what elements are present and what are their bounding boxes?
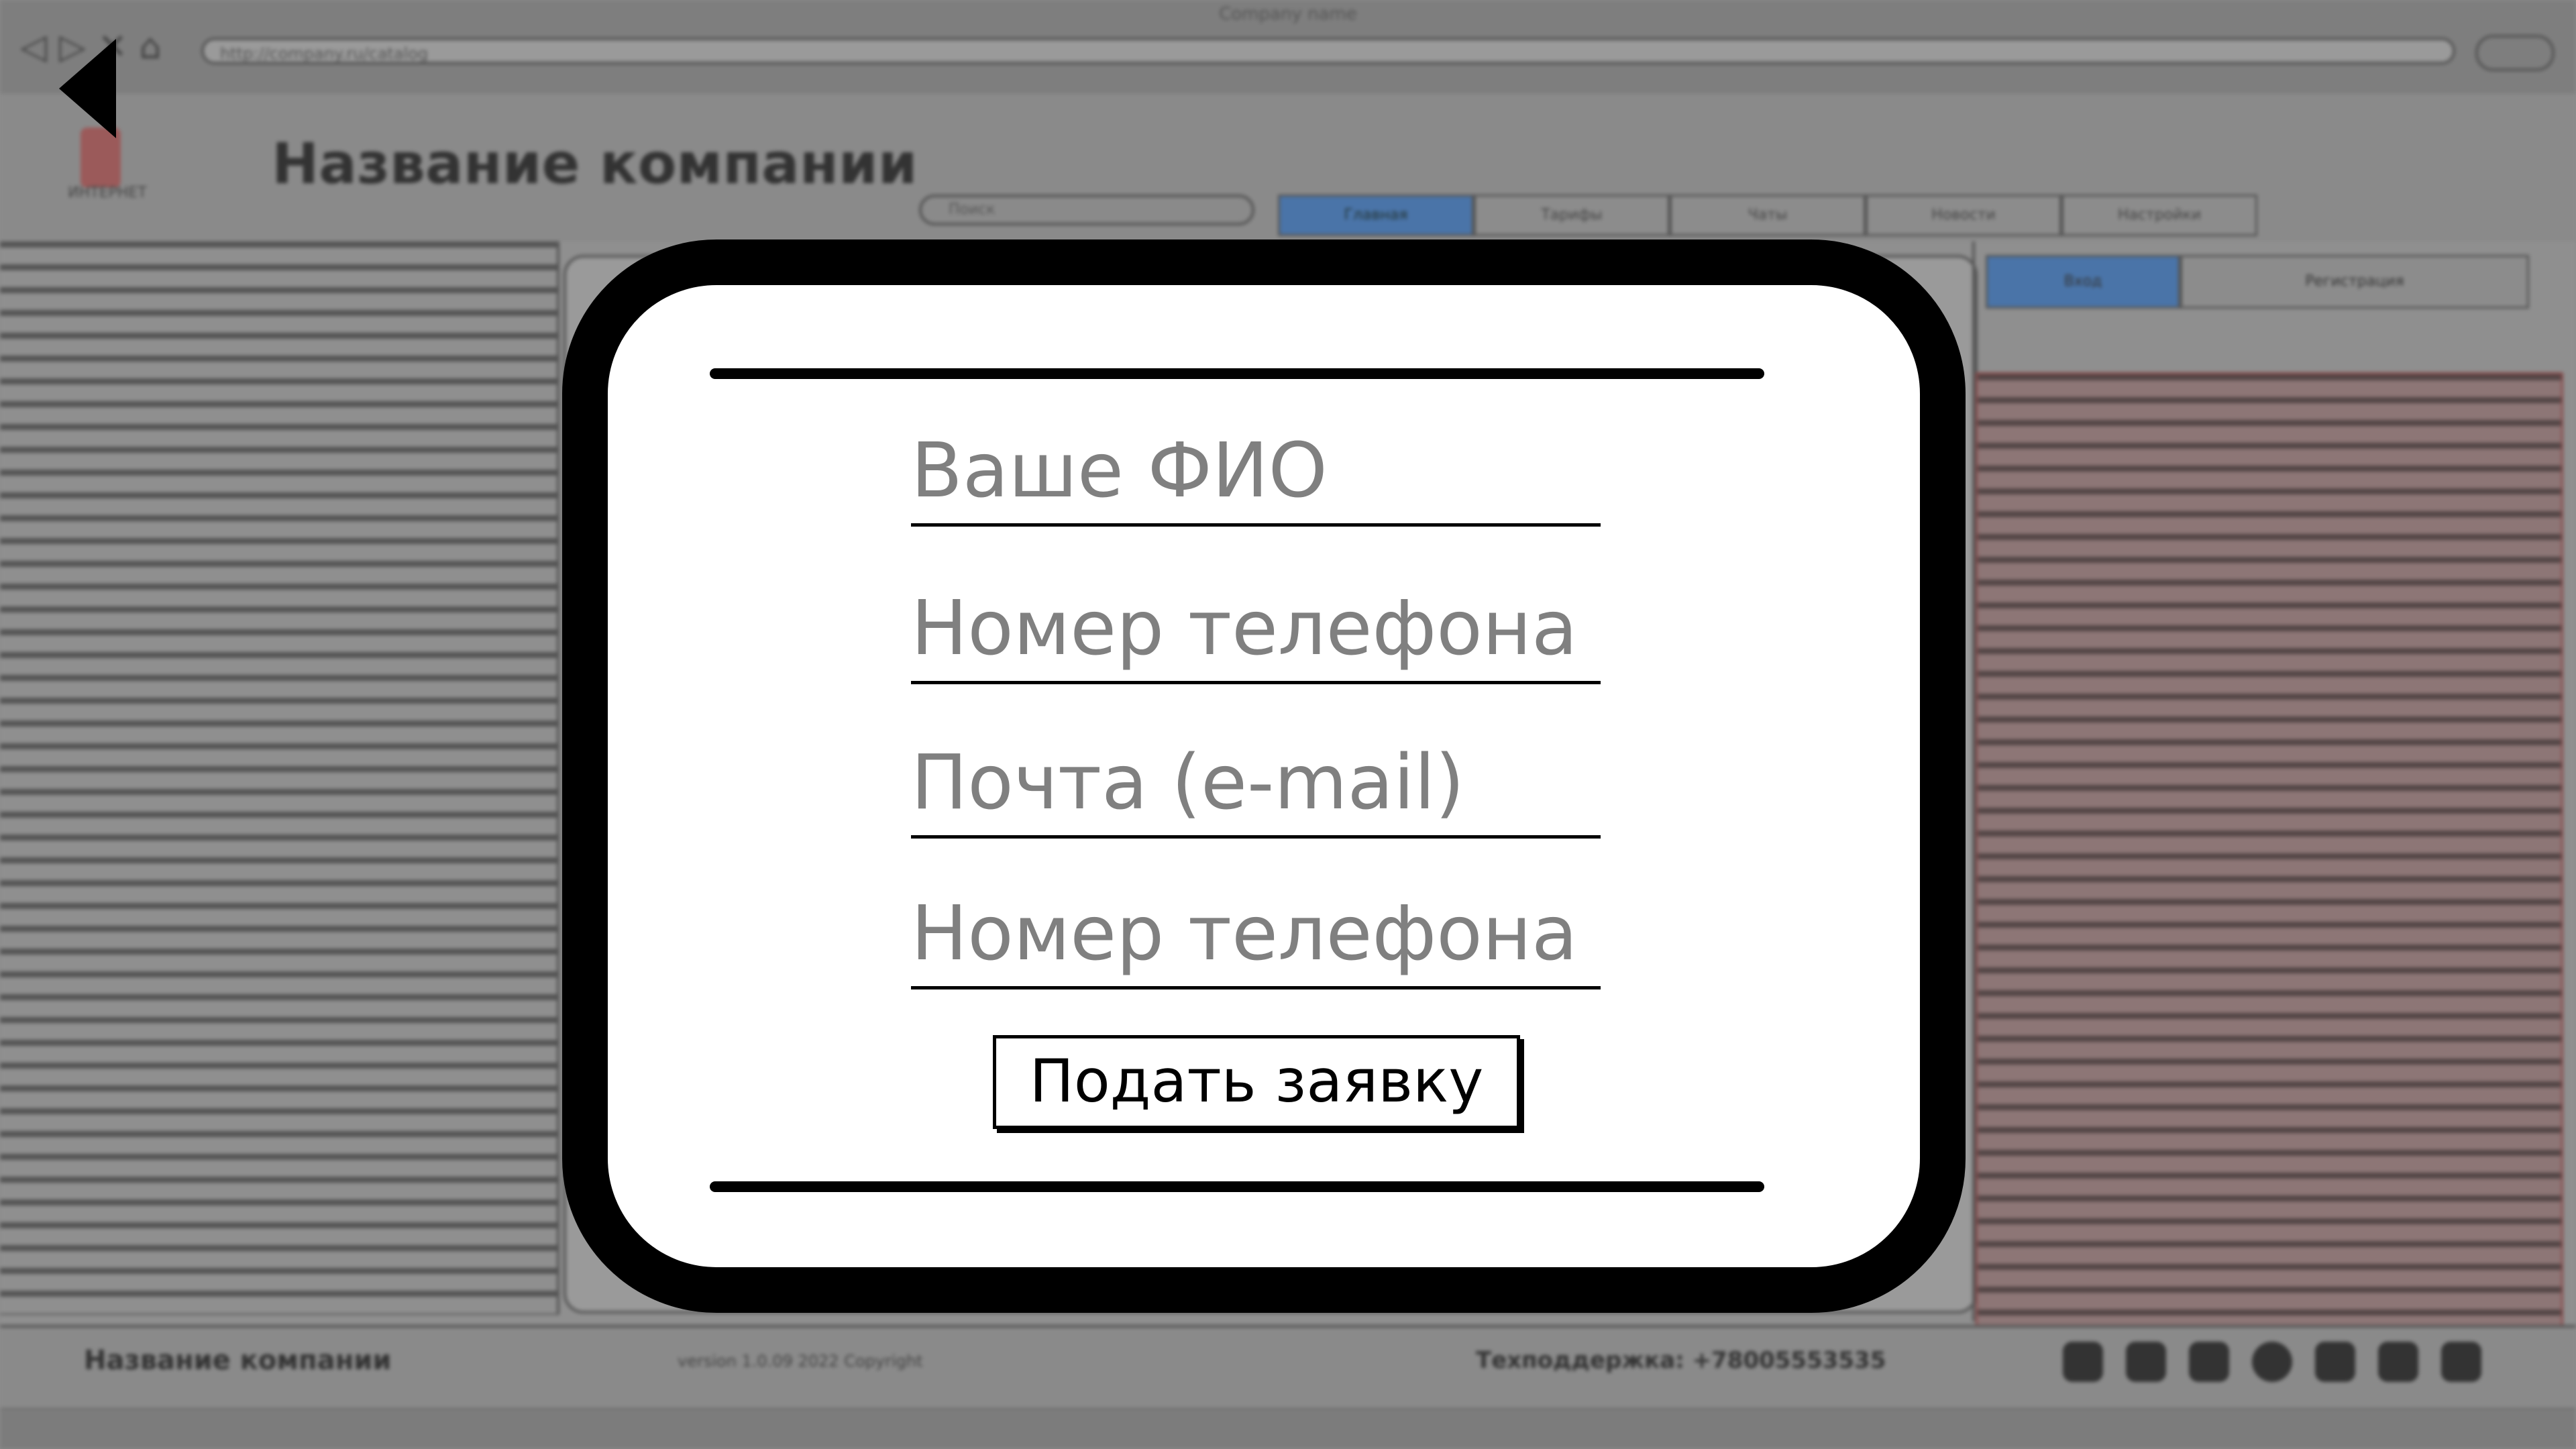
- phone-placeholder: Номер телефона: [911, 585, 1578, 672]
- tab-tariffs[interactable]: Тарифы: [1474, 195, 1670, 236]
- search-input[interactable]: Поиск: [919, 195, 1254, 225]
- back-arrow-icon[interactable]: [59, 39, 116, 138]
- tab-home[interactable]: Главная: [1278, 195, 1474, 236]
- field-underline: [911, 681, 1601, 684]
- left-text-column: [0, 241, 559, 1315]
- email-field[interactable]: Почта (e-mail): [911, 738, 1601, 839]
- tab-chats[interactable]: Чаты: [1670, 195, 1866, 236]
- vk-icon[interactable]: [2189, 1342, 2229, 1382]
- right-text-panel: [1976, 372, 2563, 1329]
- footer-version: version 1.0.09 2022 Copyright: [678, 1352, 923, 1371]
- social-links: [2063, 1342, 2481, 1382]
- footer-support: Техподдержка: +78005553535: [1476, 1347, 1886, 1374]
- field-underline: [911, 986, 1601, 989]
- telegram-icon[interactable]: [2252, 1342, 2292, 1382]
- tab-news[interactable]: Новости: [1866, 195, 2061, 236]
- tab-register[interactable]: Регистрация: [2180, 255, 2529, 309]
- modal-top-divider: [710, 368, 1764, 379]
- submit-application-button[interactable]: Подать заявку: [993, 1035, 1520, 1129]
- tab-login[interactable]: Вход: [1986, 255, 2180, 309]
- logo-text: ИНТЕРНЕТ: [68, 184, 147, 201]
- twitter-icon[interactable]: [2315, 1342, 2355, 1382]
- full-name-field[interactable]: Ваше ФИО: [911, 426, 1601, 527]
- auth-tabs: Вход Регистрация: [1986, 255, 2529, 309]
- phone-placeholder-2: Номер телефона: [911, 890, 1578, 977]
- browser-title: Company name: [1219, 4, 1357, 24]
- page-title: Название компании: [272, 131, 918, 197]
- modal-bottom-divider: [710, 1181, 1764, 1192]
- url-bar[interactable]: http://company.ru/catalog: [201, 38, 2455, 64]
- instagram-icon[interactable]: [2063, 1342, 2103, 1382]
- full-name-placeholder: Ваше ФИО: [911, 427, 1328, 515]
- youtube-icon[interactable]: [2441, 1342, 2481, 1382]
- top-nav-tabs: Главная Тарифы Чаты Новости Настройки: [1278, 195, 2257, 236]
- email-placeholder: Почта (e-mail): [911, 739, 1465, 826]
- linkedin-icon[interactable]: [2126, 1342, 2166, 1382]
- bottom-strip: [0, 1409, 2576, 1449]
- facebook-icon[interactable]: [2378, 1342, 2418, 1382]
- tab-settings[interactable]: Настройки: [2061, 195, 2257, 236]
- field-underline: [911, 835, 1601, 839]
- field-underline: [911, 523, 1601, 527]
- phone-field[interactable]: Номер телефона: [911, 584, 1601, 684]
- footer-company: Название компании: [84, 1345, 392, 1376]
- phone-field-2[interactable]: Номер телефона: [911, 889, 1601, 989]
- browser-search-field[interactable]: [2475, 35, 2555, 71]
